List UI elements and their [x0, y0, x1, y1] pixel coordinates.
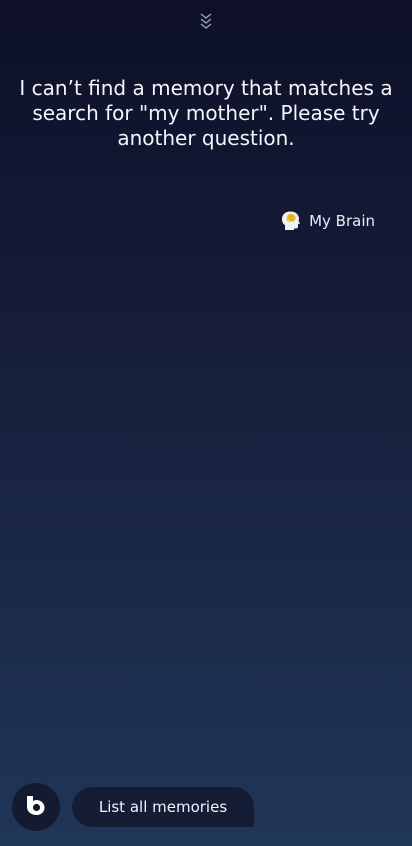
chevrons-down-icon [200, 12, 212, 34]
bixby-assistant-button[interactable] [12, 783, 60, 831]
collapse-button[interactable] [198, 12, 214, 34]
source-label: My Brain [309, 212, 375, 230]
suggestion-chip-label: List all memories [98, 798, 228, 816]
brain-head-icon [281, 210, 301, 232]
suggestion-chip-list-all-memories[interactable]: List all memories [72, 787, 254, 827]
source-link-my-brain[interactable]: My Brain [281, 210, 375, 232]
assistant-response-text: I can’t find a memory that matches a sea… [19, 76, 393, 150]
bixby-icon [24, 793, 48, 821]
